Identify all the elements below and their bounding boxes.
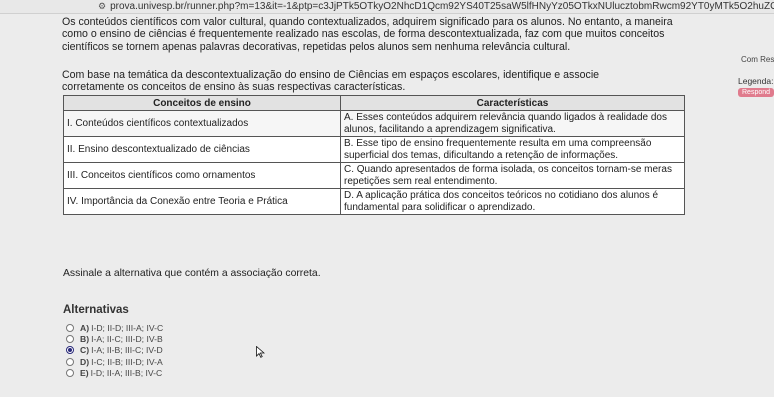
alternative-e[interactable]: E) I-D; II-A; III-B; IV-C [66,367,163,378]
alternative-text: I-A; II-C; III-D; IV-B [91,333,163,344]
radio-c[interactable] [66,346,74,355]
alternative-text: I-C; II-B; III-D; IV-A [91,356,163,367]
table-header-concepts: Conceitos de ensino [63,95,341,111]
association-table: Conceitos de ensino Características I. C… [63,95,685,215]
radio-e[interactable] [66,368,74,377]
site-settings-icon[interactable]: ⚙ [98,0,106,13]
alternative-letter: C) [80,345,90,356]
table-row: III. Conceitos científicos como ornament… [63,162,685,189]
alternative-letter: B) [80,333,90,344]
concept-cell: II. Ensino descontextualizado de ciência… [63,136,341,163]
radio-d[interactable] [66,357,74,366]
alternative-c[interactable]: C) I-A; II-B; III-C; IV-D [66,345,163,356]
radio-b[interactable] [66,334,74,343]
concept-cell: III. Conceitos científicos como ornament… [63,162,341,189]
alternative-a[interactable]: A) I-D; II-D; III-A; IV-C [66,322,163,333]
alternative-text: I-D; II-A; III-B; IV-C [90,367,163,378]
alternative-letter: E) [80,367,89,378]
concept-cell: IV. Importância da Conexão entre Teoria … [63,188,341,215]
respond-badge: Respond [738,88,774,97]
characteristic-cell: B. Esse tipo de ensino frequentemente re… [340,136,685,163]
table-row: I. Conteúdos científicos contextualizado… [63,110,685,137]
table-row: IV. Importância da Conexão entre Teoria … [63,188,685,215]
characteristic-cell: D. A aplicação prática dos conceitos teó… [340,188,685,215]
alternative-d[interactable]: D) I-C; II-B; III-D; IV-A [66,356,163,367]
alternatives-list: A) I-D; II-D; III-A; IV-C B) I-A; II-C; … [66,322,163,378]
table-header-characteristics: Características [340,95,685,111]
characteristic-cell: C. Quando apresentados de forma isolada,… [340,162,685,189]
side-panel: Com Res Legenda: Respond [738,0,774,397]
alternative-letter: D) [80,356,90,367]
alternative-b[interactable]: B) I-A; II-C; III-D; IV-B [66,333,163,344]
alternative-letter: A) [80,322,90,333]
radio-a[interactable] [66,323,74,332]
characteristic-cell: A. Esses conteúdos adquirem relevância q… [340,110,685,137]
question-task: Com base na temática da descontextualiza… [62,69,600,94]
side-legend-label: Legenda: [738,76,774,86]
question-prompt: Assinale a alternativa que contém a asso… [63,268,321,279]
url-text: prova.univesp.br/runner.php?m=13&it=-1&p… [110,1,774,12]
address-bar[interactable]: ⚙ prova.univesp.br/runner.php?m=13&it=-1&… [0,0,774,14]
concept-cell: I. Conteúdos científicos contextualizado… [63,110,341,137]
alternative-text: I-A; II-B; III-C; IV-D [91,345,163,356]
alternatives-title: Alternativas [63,304,129,316]
table-row: II. Ensino descontextualizado de ciência… [63,136,685,163]
question-intro: Os conteúdos científicos com valor cultu… [62,16,673,53]
side-com-res: Com Res [741,55,774,64]
mouse-cursor-icon [256,346,265,358]
alternative-text: I-D; II-D; III-A; IV-C [91,322,164,333]
